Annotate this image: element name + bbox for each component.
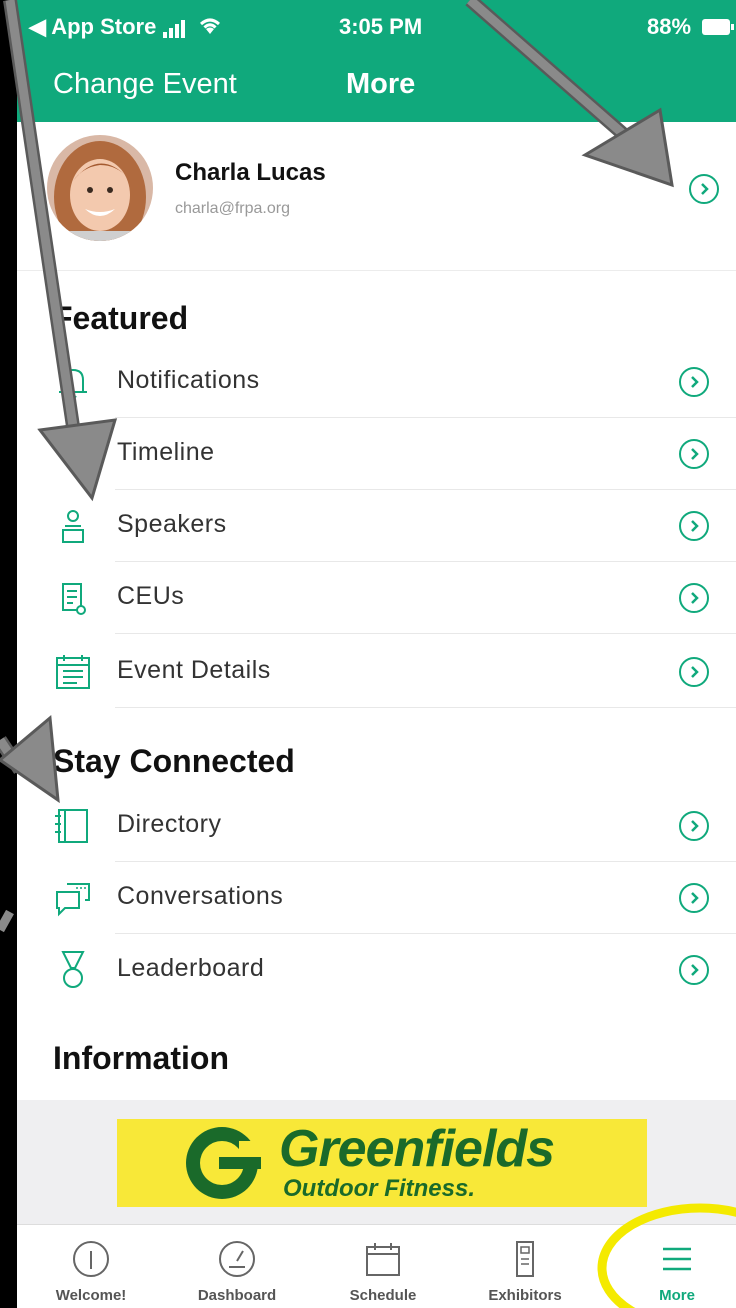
menu-item-speakers[interactable]: Speakers [17,490,736,562]
avatar [47,135,153,241]
tab-label: Welcome! [55,1287,127,1304]
profile-name: Charla Lucas [175,159,326,186]
wifi-icon [197,14,223,42]
info-icon [73,1241,109,1277]
door-icon [516,1241,534,1277]
medal-icon [61,951,85,988]
tab-bar: Welcome! Dashboard Schedule Exhibitors M… [17,1224,736,1308]
tab-label: Dashboard [197,1287,277,1304]
profile-email: charla@frpa.org [175,200,290,217]
chevron-right-icon[interactable] [689,174,719,204]
tab-label: Exhibitors [488,1287,562,1304]
menu-icon [663,1247,691,1271]
chevron-right-icon[interactable] [679,439,709,469]
banner-brand: Greenfields [279,1120,555,1178]
menu-item-ceus[interactable]: CEUs [17,562,736,634]
bell-icon [59,368,87,399]
section-information-title: Information [53,1040,229,1076]
menu-item-label: Directory [117,810,222,838]
speaker-icon [62,510,84,543]
tab-label: Schedule [349,1287,417,1304]
tab-schedule[interactable]: Schedule [313,1225,453,1308]
chevron-right-icon[interactable] [679,883,709,913]
menu-item-label: Event Details [117,656,271,684]
divider [115,707,736,708]
sponsor-banner[interactable]: Greenfields Outdoor Fitness. [117,1119,647,1207]
profile-row[interactable]: Charla Lucas charla@frpa.org [17,122,736,271]
battery-icon [701,16,735,42]
menu-item-label: Conversations [117,882,284,910]
tab-label: More [659,1287,695,1304]
status-bar: ◀ App Store 3:05 PM 88% [17,0,736,50]
calendar-icon [366,1243,400,1276]
clock-text: 3:05 PM [339,14,423,39]
timeline-icon [65,440,81,468]
chevron-right-icon[interactable] [679,367,709,397]
change-event-button[interactable]: Change Event [53,68,237,101]
back-to-app-store[interactable]: ◀ App Store [29,14,156,40]
section-featured-title: Featured [53,300,189,336]
signal-icon [163,18,191,44]
menu-item-label: Timeline [117,438,215,466]
battery-percent: 88% [647,14,692,39]
menu-item-leaderboard[interactable]: Leaderboard [17,934,736,1006]
chevron-right-icon[interactable] [679,955,709,985]
section-stay-connected-title: Stay Connected [53,743,295,779]
sponsor-banner-area: Greenfields Outdoor Fitness. [17,1100,736,1224]
gauge-icon [219,1241,255,1277]
tab-exhibitors[interactable]: Exhibitors [455,1225,595,1308]
menu-item-conversations[interactable]: Conversations [17,862,736,934]
certificate-icon [62,583,86,615]
chevron-right-icon[interactable] [679,583,709,613]
menu-item-notifications[interactable]: Notifications [17,346,736,418]
nav-bar: Change Event More [17,50,736,122]
menu-item-timeline[interactable]: Timeline [17,418,736,490]
calendar-icon [56,655,90,689]
menu-item-directory[interactable]: Directory [17,790,736,862]
page-title: More [346,68,416,100]
chevron-right-icon[interactable] [679,811,709,841]
tab-welcome[interactable]: Welcome! [21,1225,161,1308]
tab-dashboard[interactable]: Dashboard [167,1225,307,1308]
divider [115,633,736,634]
menu-item-label: CEUs [117,582,185,610]
menu-item-label: Notifications [117,366,260,394]
chevron-right-icon[interactable] [679,511,709,541]
annotation-arrow [0,909,14,933]
tab-more[interactable]: More [607,1225,736,1308]
phone-screen: ◀ App Store 3:05 PM 88% Change Event Mor… [17,0,736,1308]
book-icon [55,809,88,843]
banner-tagline: Outdoor Fitness. [283,1175,475,1202]
menu-item-event-details[interactable]: Event Details [17,636,736,708]
chat-icon [56,883,90,917]
greenfields-logo-icon [186,1127,263,1199]
chevron-right-icon[interactable] [679,657,709,687]
menu-item-label: Speakers [117,510,227,538]
menu-item-label: Leaderboard [117,954,265,982]
